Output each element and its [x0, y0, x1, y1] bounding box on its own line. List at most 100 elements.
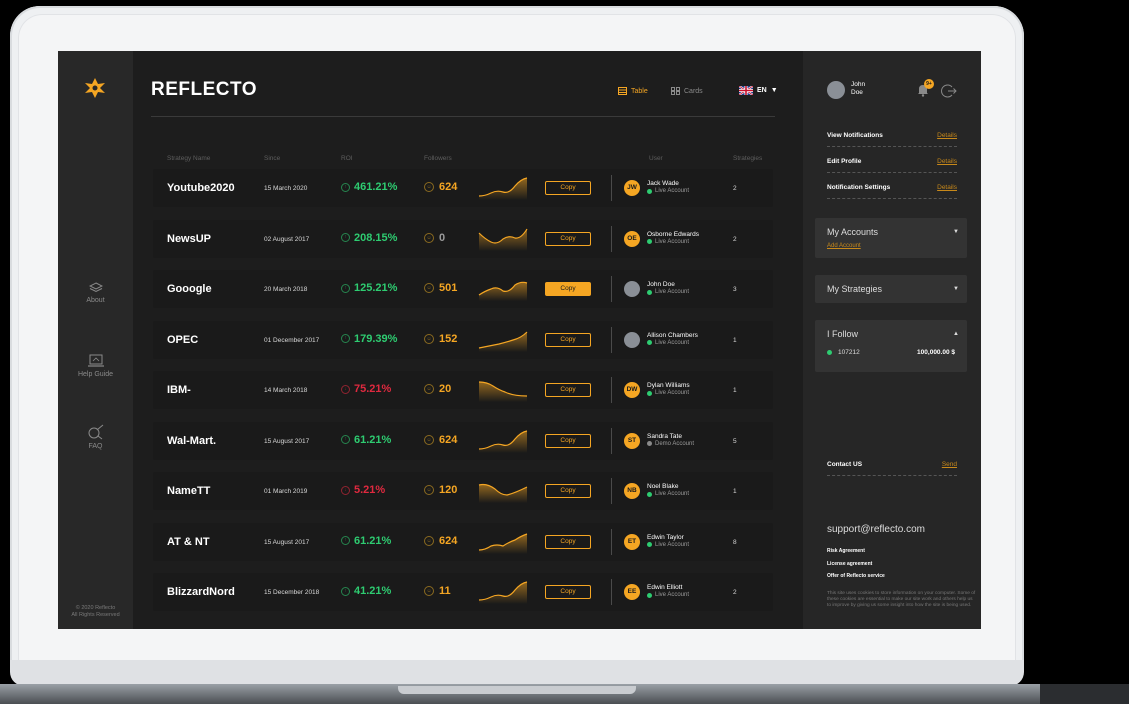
send-link[interactable]: Send	[942, 461, 957, 468]
laptop-notch	[398, 686, 636, 694]
arrow-up-icon: ↑	[341, 283, 350, 293]
followers-count: ☺ 20	[424, 383, 451, 395]
strategy-name[interactable]: BlizzardNord	[167, 586, 235, 598]
divider	[611, 326, 612, 353]
details-link[interactable]: Details	[937, 158, 957, 165]
table-row[interactable]: OPEC 01 December 2017 ↑ 179.39% ☺ 152 Co…	[153, 320, 773, 359]
table-icon	[618, 87, 627, 95]
since-date: 15 March 2020	[264, 185, 308, 192]
table-row[interactable]: IBM- 14 March 2018 ↓ 75.21% ☺ 20 Copy DW	[153, 371, 773, 409]
avatar[interactable]: DW	[624, 382, 640, 398]
account-type: Live Account	[647, 390, 689, 396]
table-row[interactable]: AT & NT 15 August 2017 ↑ 61.21% ☺ 624 Co…	[153, 522, 773, 561]
table-row[interactable]: Wal-Mart. 15 August 2017 ↑ 61.21% ☺ 624 …	[153, 421, 773, 460]
col-header-followers: Followers	[424, 155, 452, 162]
user-name[interactable]: Jack Wade	[647, 180, 679, 187]
copy-button[interactable]: Copy	[545, 181, 591, 195]
status-dot	[647, 441, 652, 446]
account-type-text: Live Account	[655, 238, 690, 245]
offer-link[interactable]: Offer of Reflecto service	[827, 573, 885, 579]
user-name[interactable]: Edwin Elliott	[647, 584, 682, 591]
logout-icon[interactable]	[941, 83, 957, 99]
avatar[interactable]	[624, 331, 640, 348]
copy-button[interactable]: Copy	[545, 383, 591, 397]
avatar[interactable]: JW	[624, 180, 640, 196]
user-name[interactable]: Osborne Edwards	[647, 231, 699, 238]
risk-agreement-link[interactable]: Risk Agreement	[827, 548, 865, 554]
table-row[interactable]: BlizzardNord 15 December 2018 ↑ 41.21% ☺…	[153, 573, 773, 611]
page-title: REFLECTO	[151, 79, 258, 100]
followers-text: 501	[439, 282, 458, 294]
followers-icon: ☺	[424, 434, 434, 445]
user-name[interactable]: Allison Chambers	[647, 332, 698, 339]
license-agreement-link[interactable]: License agreement	[827, 561, 872, 567]
table-row[interactable]: Youtube2020 15 March 2020 ↑ 461.21% ☺ 62…	[153, 169, 773, 207]
user-name[interactable]: Edwin Taylor	[647, 534, 684, 541]
account-type: Demo Account	[647, 441, 694, 447]
i-follow-panel[interactable]: I Follow ▲ 107212 100,000.00 $	[815, 320, 967, 372]
avatar[interactable]: NB	[624, 483, 640, 499]
sidebar-item-about[interactable]: About	[58, 282, 133, 304]
link-label: View Notifications	[827, 132, 883, 139]
followers-text: 11	[439, 585, 451, 597]
chevron-up-icon: ▲	[953, 331, 959, 337]
sidebar-item-faq[interactable]: FAQ	[58, 424, 133, 450]
divider	[611, 427, 612, 454]
strategy-name[interactable]: Gooogle	[167, 283, 212, 295]
table-row[interactable]: Gooogle 20 March 2018 ↑ 125.21% ☺ 501 Co…	[153, 270, 773, 308]
copy-button[interactable]: Copy	[545, 282, 591, 296]
roi-text: 75.21%	[354, 383, 392, 395]
avatar[interactable]	[827, 81, 845, 99]
strategy-name[interactable]: OPEC	[167, 334, 198, 346]
strategy-name[interactable]: Wal-Mart.	[167, 435, 216, 447]
sidebar-item-help-guide[interactable]: Help Guide	[58, 354, 133, 378]
avatar[interactable]: ET	[624, 533, 640, 550]
left-sidebar: About Help Guide FAQ © 2020 Reflecto All…	[58, 51, 133, 629]
strategy-name[interactable]: AT & NT	[167, 536, 210, 548]
app-screen: About Help Guide FAQ © 2020 Reflecto All…	[58, 51, 981, 629]
language-select[interactable]: EN ▼	[739, 86, 778, 95]
avatar[interactable]: EE	[624, 584, 640, 600]
strategy-name[interactable]: NameTT	[167, 485, 210, 497]
strategy-name[interactable]: Youtube2020	[167, 182, 235, 194]
divider	[611, 579, 612, 605]
followers-count: ☺ 0	[424, 232, 445, 244]
strategy-name[interactable]: IBM-	[167, 384, 191, 396]
table-row[interactable]: NameTT 01 March 2019 ↓ 5.21% ☺ 120 Copy …	[153, 472, 773, 510]
copy-button[interactable]: Copy	[545, 484, 591, 498]
copy-button[interactable]: Copy	[545, 231, 591, 246]
add-account-link[interactable]: Add Account	[827, 243, 861, 249]
account-type: Live Account	[647, 188, 689, 194]
reflecto-logo-icon[interactable]	[84, 77, 106, 99]
followers-text: 152	[439, 332, 458, 345]
support-email[interactable]: support@reflecto.com	[827, 524, 925, 535]
tab-cards-view[interactable]: Cards	[671, 87, 703, 95]
user-name[interactable]: Dylan Williams	[647, 382, 690, 389]
tab-table-view[interactable]: Table	[618, 87, 648, 95]
follow-amount: 100,000.00 $	[917, 349, 955, 356]
avatar[interactable]: ST	[624, 432, 640, 449]
user-name[interactable]: John Doe	[647, 281, 675, 288]
arrow-up-icon: ↑	[341, 435, 350, 444]
since-date: 20 March 2018	[264, 286, 308, 293]
account-type: Live Account	[647, 542, 689, 548]
copy-button[interactable]: Copy	[545, 433, 591, 448]
copy-button[interactable]: Copy	[545, 332, 591, 347]
sparkline-chart	[478, 228, 528, 251]
user-name[interactable]: Sandra Tate	[647, 433, 682, 440]
right-panel: John Doe 9+ View Notifications Details E…	[803, 51, 981, 629]
avatar[interactable]: OE	[624, 230, 640, 247]
strategy-name[interactable]: NewsUP	[167, 233, 211, 245]
user-name[interactable]: Noel Blake	[647, 483, 678, 490]
details-link[interactable]: Details	[937, 132, 957, 139]
copyright: © 2020 Reflecto All Rights Reserved	[58, 605, 133, 619]
my-accounts-panel[interactable]: My Accounts ▼ Add Account	[815, 218, 967, 258]
copy-button[interactable]: Copy	[545, 585, 591, 599]
table-row[interactable]: NewsUP 02 August 2017 ↑ 208.15% ☺ 0 Copy…	[153, 219, 773, 258]
followers-text: 120	[439, 484, 458, 496]
copy-button[interactable]: Copy	[545, 534, 591, 549]
sparkline-area	[479, 228, 527, 251]
details-link[interactable]: Details	[937, 184, 957, 191]
my-strategies-panel[interactable]: My Strategies ▼	[815, 275, 967, 303]
avatar[interactable]	[624, 281, 640, 297]
